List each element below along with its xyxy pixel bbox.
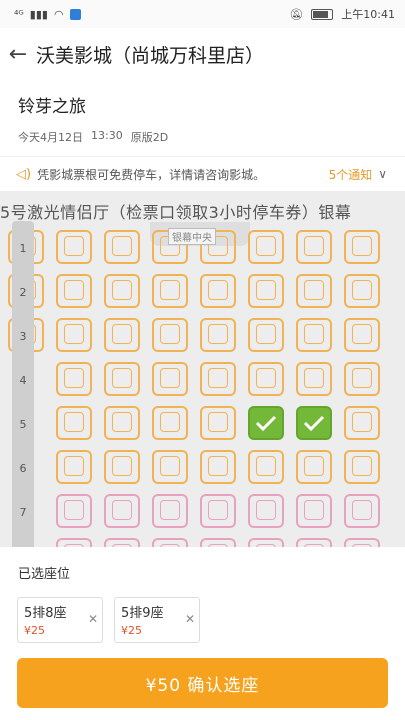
checkmark-icon (250, 408, 282, 438)
mute-icon: 🔕︎ (289, 7, 304, 21)
seat[interactable] (200, 318, 236, 352)
status-bar: ⁴ᴳ ▮▮▮ ◠ 🔕︎ 上午10:41 (0, 0, 405, 28)
seat[interactable] (152, 362, 188, 396)
cinema-title: 沃美影城（尚城万科里店） (36, 44, 265, 67)
seat[interactable] (296, 538, 332, 547)
ticket-seat: 5排9座 (121, 606, 164, 621)
seat[interactable] (344, 230, 380, 264)
wifi-icon: ◠ (53, 7, 64, 21)
show-date: 今天4月12日 (18, 131, 83, 144)
seat[interactable] (56, 538, 92, 547)
selected-seat-ticket[interactable]: 5排9座 ¥25 ✕ (114, 597, 200, 643)
seat[interactable] (248, 274, 284, 308)
seat[interactable] (344, 538, 380, 547)
seat[interactable] (56, 406, 92, 440)
seat[interactable] (200, 362, 236, 396)
seat[interactable] (200, 494, 236, 528)
seat[interactable] (248, 318, 284, 352)
seat[interactable] (296, 450, 332, 484)
selected-seats-title: 已选座位 (18, 567, 71, 582)
showtime-meta: 今天4月12日 13:30 原版2D (18, 129, 168, 145)
seat[interactable] (248, 450, 284, 484)
seat[interactable] (104, 274, 140, 308)
seat[interactable] (104, 538, 140, 547)
remove-seat-icon[interactable]: ✕ (88, 612, 98, 626)
seat[interactable] (104, 362, 140, 396)
selected-seat-ticket[interactable]: 5排8座 ¥25 ✕ (17, 597, 103, 643)
seat[interactable] (248, 494, 284, 528)
hall-name: 5号激光情侣厅（检票口领取3小时停车券）银幕 (0, 203, 352, 222)
seat[interactable] (152, 538, 188, 547)
seat[interactable] (152, 494, 188, 528)
seat[interactable] (56, 450, 92, 484)
seat[interactable] (296, 494, 332, 528)
seat[interactable] (200, 450, 236, 484)
chevron-down-icon[interactable]: ∨ (378, 167, 387, 181)
seat[interactable] (296, 274, 332, 308)
seat[interactable] (344, 406, 380, 440)
seat[interactable] (152, 274, 188, 308)
signal-indicator: ⁴ᴳ (14, 7, 24, 21)
cell-signal-icon: ▮▮▮ (29, 7, 48, 21)
checkmark-icon (298, 408, 330, 438)
seat[interactable] (248, 362, 284, 396)
seat[interactable] (104, 318, 140, 352)
seat[interactable] (200, 274, 236, 308)
seat[interactable] (344, 318, 380, 352)
notice-count[interactable]: 5个通知 (329, 166, 373, 183)
seat[interactable] (248, 230, 284, 264)
seat[interactable] (104, 450, 140, 484)
speaker-icon: ◁) (16, 166, 32, 182)
selected-seat[interactable] (248, 406, 284, 440)
seat[interactable] (296, 318, 332, 352)
row-number: 6 (19, 462, 27, 475)
seat[interactable] (104, 494, 140, 528)
row-number: 1 (19, 242, 27, 255)
movie-title: 铃芽之旅 (18, 97, 86, 117)
seat[interactable] (152, 406, 188, 440)
seat[interactable] (200, 406, 236, 440)
show-time: 13:30 (91, 129, 123, 142)
clock: 上午10:41 (341, 8, 395, 21)
seat[interactable] (56, 230, 92, 264)
seat[interactable] (296, 362, 332, 396)
ticket-price: ¥25 (121, 624, 142, 637)
seat[interactable] (104, 230, 140, 264)
seat[interactable] (56, 494, 92, 528)
seat[interactable] (56, 274, 92, 308)
seat[interactable] (152, 318, 188, 352)
seat[interactable] (296, 230, 332, 264)
show-version: 原版2D (130, 131, 169, 144)
seat[interactable] (56, 318, 92, 352)
selection-panel: 已选座位 5排8座 ¥25 ✕ 5排9座 ¥25 ✕ ¥50 确认选座 (0, 547, 405, 720)
seat[interactable] (344, 494, 380, 528)
row-number: 3 (19, 330, 27, 343)
row-number: 7 (19, 506, 27, 519)
seat[interactable] (56, 362, 92, 396)
seat[interactable] (152, 450, 188, 484)
seat[interactable] (200, 538, 236, 547)
battery-icon (311, 8, 334, 20)
ticket-price: ¥25 (24, 624, 45, 637)
seat[interactable] (248, 538, 284, 547)
selected-seat[interactable] (296, 406, 332, 440)
row-number: 5 (19, 418, 27, 431)
row-number: 4 (19, 374, 27, 387)
seat[interactable] (344, 274, 380, 308)
notice-bar[interactable]: ◁) 凭影城票根可免费停车，详情请咨询影城。 5个通知 ∨ (0, 156, 405, 192)
row-number: 2 (19, 286, 27, 299)
movie-info: 铃芽之旅 今天4月12日 13:30 原版2D (18, 92, 168, 145)
seat[interactable] (104, 406, 140, 440)
confirm-seat-button[interactable]: ¥50 确认选座 (17, 658, 388, 708)
seat[interactable] (344, 450, 380, 484)
seat-map[interactable]: 1 2 3 4 5 6 7 5号激光情侣厅（检票口领取3小时停车券）银幕银幕中央 (0, 191, 405, 547)
app-notification-icon (69, 8, 81, 20)
back-arrow-icon[interactable]: ← (0, 28, 36, 80)
seat[interactable] (344, 362, 380, 396)
ticket-seat: 5排8座 (24, 606, 67, 621)
app-bar: ← 沃美影城（尚城万科里店） (0, 28, 405, 80)
remove-seat-icon[interactable]: ✕ (185, 612, 195, 626)
screen-center-label: 银幕中央 (168, 228, 216, 245)
notice-text: 凭影城票根可免费停车，详情请咨询影城。 (37, 167, 266, 182)
